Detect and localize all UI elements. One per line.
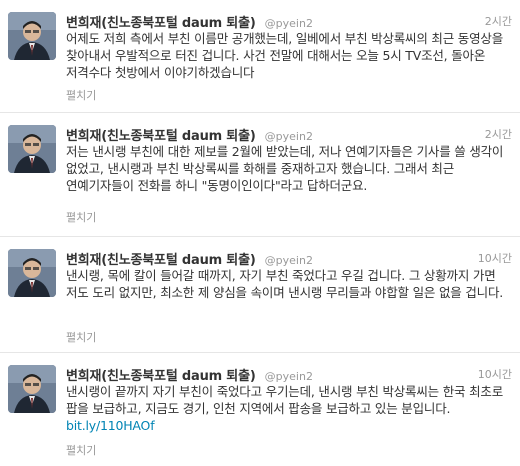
tweet-text: 낸시랭, 목에 칼이 들어갈 때까지, 자기 부친 죽었다고 우길 겁니다. 그… (66, 268, 504, 300)
tweet-header: 변희재(친노종북포털 daum 퇴출) @pyein2 10시간 (66, 249, 512, 268)
tweet-timeline: 변희재(친노종북포털 daum 퇴출) @pyein2 2시간 어제도 저희 측… (0, 0, 520, 466)
avatar[interactable] (8, 249, 56, 297)
tweet-item[interactable]: 변희재(친노종북포털 daum 퇴출) @pyein2 2시간 어제도 저희 측… (0, 0, 520, 113)
tweet-text: 저는 낸시랭 부친에 대한 제보를 2월에 받았는데, 저나 연예기자들은 기사… (66, 144, 504, 193)
tweet-timestamp[interactable]: 10시간 (478, 250, 512, 266)
author-name[interactable]: 변희재(친노종북포털 daum 퇴출) (66, 369, 256, 384)
tweet-timestamp[interactable]: 10시간 (478, 366, 512, 382)
tweet-timestamp[interactable]: 2시간 (485, 126, 512, 142)
author-name[interactable]: 변희재(친노종북포털 daum 퇴출) (66, 129, 256, 144)
author-handle[interactable]: @pyein2 (265, 17, 313, 30)
tweet-item[interactable]: 변희재(친노종북포털 daum 퇴출) @pyein2 10시간 낸시랭, 목에… (0, 237, 520, 353)
author-handle[interactable]: @pyein2 (265, 254, 313, 267)
tweet-header: 변희재(친노종북포털 daum 퇴출) @pyein2 2시간 (66, 12, 512, 31)
avatar[interactable] (8, 125, 56, 173)
expand-link[interactable]: 펼치기 (66, 209, 96, 225)
tweet-text: 낸시랭이 끝까지 자기 부친이 죽었다고 우기는데, 낸시랭 부친 박상록씨는 … (66, 383, 510, 434)
author-name[interactable]: 변희재(친노종북포털 daum 퇴출) (66, 16, 256, 31)
tweet-text-content: 낸시랭이 끝까지 자기 부친이 죽었다고 우기는데, 낸시랭 부친 박상록씨는 … (66, 384, 504, 416)
author-handle[interactable]: @pyein2 (265, 370, 313, 383)
expand-link[interactable]: 펼치기 (66, 87, 96, 103)
avatar[interactable] (8, 365, 56, 413)
author-name[interactable]: 변희재(친노종북포털 daum 퇴출) (66, 253, 256, 268)
tweet-item[interactable]: 변희재(친노종북포털 daum 퇴출) @pyein2 10시간 낸시랭이 끝까… (0, 353, 520, 466)
tweet-text: 어제도 저희 측에서 부친 이름만 공개했는데, 일베에서 부친 박상록씨의 최… (66, 31, 504, 80)
tweet-link[interactable]: bit.ly/110HAOf (66, 418, 155, 433)
author-handle[interactable]: @pyein2 (265, 130, 313, 143)
tweet-header: 변희재(친노종북포털 daum 퇴출) @pyein2 10시간 (66, 365, 512, 384)
avatar[interactable] (8, 12, 56, 60)
tweet-timestamp[interactable]: 2시간 (485, 13, 512, 29)
expand-link[interactable]: 펼치기 (66, 442, 96, 458)
tweet-header: 변희재(친노종북포털 daum 퇴출) @pyein2 2시간 (66, 125, 512, 144)
expand-link[interactable]: 펼치기 (66, 329, 96, 345)
tweet-item[interactable]: 변희재(친노종북포털 daum 퇴출) @pyein2 2시간 저는 낸시랭 부… (0, 113, 520, 237)
